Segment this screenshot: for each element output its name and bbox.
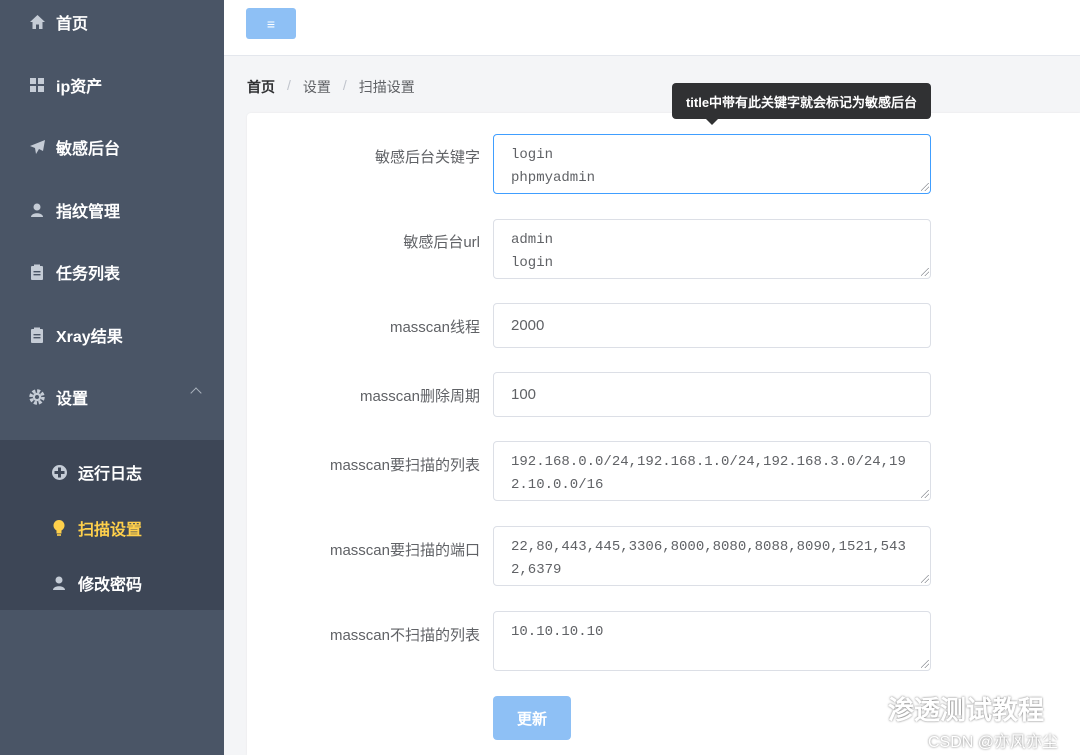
sidebar-subitem-label: 修改密码 xyxy=(78,577,143,594)
sensitive-url-textarea[interactable]: admin login xyxy=(493,219,931,279)
sensitive-keywords-textarea[interactable]: login phpmyadmin xyxy=(493,134,931,194)
sidebar-item-xray-results[interactable]: Xray结果 xyxy=(0,305,224,365)
sidebar-subitem-label: 运行日志 xyxy=(78,466,143,483)
masscan-delete-period-label: masscan删除周期 xyxy=(359,388,480,405)
resize-handle-icon[interactable] xyxy=(921,575,929,583)
user-icon xyxy=(50,574,68,592)
sidebar-item-label: 指纹管理 xyxy=(56,204,121,221)
gear-icon xyxy=(28,388,46,406)
paper-plane-icon xyxy=(28,138,46,156)
grid-icon xyxy=(28,76,46,94)
resize-handle-icon[interactable] xyxy=(921,490,929,498)
sidebar-subitem-change-password[interactable]: 修改密码 xyxy=(0,553,224,613)
chevron-up-icon xyxy=(190,387,202,399)
resize-handle-icon[interactable] xyxy=(921,183,929,191)
masscan-delete-period-input[interactable]: 100 xyxy=(493,372,931,417)
masscan-scan-list-textarea[interactable]: 192.168.0.0/24,192.168.1.0/24,192.168.3.… xyxy=(493,441,931,501)
sidebar-item-label: 任务列表 xyxy=(56,266,121,283)
masscan-ports-textarea[interactable]: 22,80,443,445,3306,8000,8080,8088,8090,1… xyxy=(493,526,931,586)
masscan-exclude-list-textarea[interactable]: 10.10.10.10 xyxy=(493,611,931,671)
home-icon xyxy=(28,13,46,31)
masscan-threads-label: masscan线程 xyxy=(389,319,480,336)
sensitive-url-label: 敏感后台url xyxy=(403,234,480,251)
breadcrumb: 首页 / 设置 / 扫描设置 xyxy=(247,77,415,97)
top-bar: ≡ xyxy=(224,0,1080,56)
watermark: 渗透测试教程 xyxy=(846,690,1044,727)
masscan-ports-label: masscan要扫描的端口 xyxy=(329,542,480,559)
sidebar-item-home[interactable]: 首页 xyxy=(0,0,224,52)
sensitive-keywords-label: 敏感后台关键字 xyxy=(374,149,480,166)
keyword-tooltip: title中带有此关键字就会标记为敏感后台 xyxy=(672,83,931,125)
sidebar-item-label: 首页 xyxy=(56,16,89,33)
clipboard-icon xyxy=(28,263,46,281)
sidebar: 首页 ip资产 敏感后台 指纹管理 任务列表 Xray结果 设置 运行日志 扫描… xyxy=(0,0,224,755)
breadcrumb-separator: / xyxy=(342,77,347,93)
sidebar-item-settings[interactable]: 设置 xyxy=(0,367,224,427)
lightbulb-icon xyxy=(50,519,68,537)
sidebar-item-label: Xray结果 xyxy=(56,329,123,346)
resize-handle-icon[interactable] xyxy=(921,660,929,668)
clipboard-icon xyxy=(28,326,46,344)
sidebar-subitem-run-log[interactable]: 运行日志 xyxy=(0,442,224,502)
sidebar-item-task-list[interactable]: 任务列表 xyxy=(0,242,224,302)
sidebar-subitem-label: 扫描设置 xyxy=(78,522,143,539)
user-icon xyxy=(28,201,46,219)
breadcrumb-item-home[interactable]: 首页 xyxy=(247,77,275,97)
sidebar-item-ip-assets[interactable]: ip资产 xyxy=(0,55,224,115)
sidebar-item-label: ip资产 xyxy=(56,79,103,96)
watermark-credit: CSDN @亦风亦尘 xyxy=(927,734,1058,751)
masscan-exclude-list-label: masscan不扫描的列表 xyxy=(329,627,480,644)
breadcrumb-separator: / xyxy=(287,77,291,93)
masscan-threads-input[interactable]: 2000 xyxy=(493,303,931,348)
resize-handle-icon[interactable] xyxy=(921,268,929,276)
sidebar-toggle-button[interactable]: ≡ xyxy=(246,8,296,39)
masscan-scan-list-label: masscan要扫描的列表 xyxy=(329,457,480,474)
watermark-text: 渗透测试教程 xyxy=(887,695,1044,725)
sidebar-item-sensitive-admin[interactable]: 敏感后台 xyxy=(0,117,224,177)
sidebar-subitem-scan-settings[interactable]: 扫描设置 xyxy=(0,498,224,558)
sidebar-item-fingerprint[interactable]: 指纹管理 xyxy=(0,180,224,240)
breadcrumb-item-scan-settings: 扫描设置 xyxy=(358,79,415,95)
update-button[interactable]: 更新 xyxy=(493,696,571,740)
circle-plus-icon xyxy=(50,463,68,481)
sidebar-item-label: 敏感后台 xyxy=(56,141,121,158)
sidebar-item-label: 设置 xyxy=(56,391,89,408)
wechat-icon xyxy=(846,694,880,721)
breadcrumb-item-settings[interactable]: 设置 xyxy=(303,77,331,97)
